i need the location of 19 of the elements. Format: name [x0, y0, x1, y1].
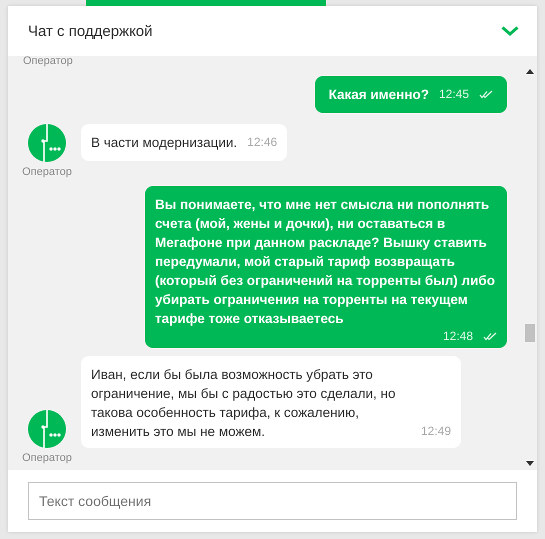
message-text: Вы понимаете, что мне нет смысла ни пополнять счета (мой, жены и дочки), ни оставаться в Мегафоне при данном раскладе? Вышку ставить передумали, мой старый тариф возвращать (который без ограничений на торренты был) либо убирать ограничения на торренты на текущем тарифе тоже отказываетесь: [155, 196, 496, 328]
message-text: В части модернизации.: [91, 134, 238, 152]
sender-label: Оператор: [22, 166, 72, 178]
scrollbar-thumb[interactable]: [524, 324, 534, 342]
chat-title: Чат с поддержкой: [28, 22, 153, 40]
message-text: Какая именно?: [328, 86, 429, 104]
scroll-down-icon[interactable]: [526, 461, 534, 466]
message-text: Иван, если бы была возможность убрать это ограничение, мы бы с радостью это сделали, но такова особенность тарифа, к сожалению, изменить это мы не можем.: [91, 366, 396, 441]
message-time: 12:46: [247, 134, 278, 151]
message-time: 12:48: [442, 328, 473, 344]
message-time: 12:49: [420, 423, 451, 439]
message-time: 12:45: [438, 86, 469, 103]
sender-label: Оператор: [22, 452, 72, 464]
avatar-icon: [28, 124, 66, 162]
avatar-icon: [28, 410, 66, 448]
chevron-down-icon[interactable]: [501, 26, 519, 36]
sender-label: Оператор: [23, 56, 74, 67]
message-input[interactable]: Текст сообщения: [28, 482, 517, 520]
scroll-up-icon[interactable]: [526, 69, 534, 74]
